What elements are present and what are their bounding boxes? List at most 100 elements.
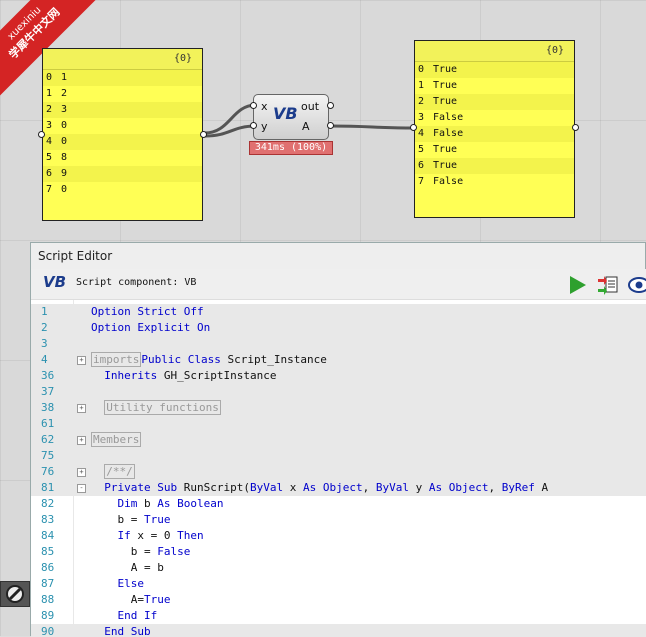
row-value: True <box>433 160 458 171</box>
panel-row: 69 <box>43 166 202 182</box>
line-number: 37 <box>41 385 55 398</box>
line-number: 83 <box>41 513 55 526</box>
line-number: 76 <box>41 465 55 478</box>
expand-icon[interactable]: + <box>77 436 86 445</box>
panel-row: 58 <box>43 150 202 166</box>
input-y-port[interactable] <box>250 122 257 129</box>
code-text: End Sub <box>104 625 151 637</box>
panel-row: 23 <box>43 102 202 118</box>
row-value: True <box>433 96 458 107</box>
component-label: Script component: VB <box>76 277 197 288</box>
row-index: 2 <box>418 96 425 107</box>
code-line[interactable]: 36 Inherits GH_ScriptInstance <box>31 368 646 384</box>
code-line[interactable]: 87 Else <box>31 576 646 592</box>
code-text: A=True <box>91 593 171 606</box>
code-line[interactable]: 37 <box>31 384 646 400</box>
row-index: 5 <box>46 152 53 163</box>
code-text: Utility functions <box>91 400 221 416</box>
code-line[interactable]: 89 End If <box>31 608 646 624</box>
input-panel-out-port[interactable] <box>200 131 207 138</box>
code-line[interactable]: 75 <box>31 448 646 464</box>
code-line[interactable]: 61 <box>31 416 646 432</box>
input-panel[interactable]: {0} 0112233040586970 <box>42 48 203 221</box>
panel-rows: 0 True 1 True 2 True 3 False 4 False 5 True 6 True 7 Fa… <box>415 62 574 190</box>
row-index: 1 <box>418 80 425 91</box>
code-line[interactable]: 2 Option Explicit On <box>31 320 646 336</box>
expand-icon[interactable]: + <box>77 356 86 365</box>
code-text: b = True <box>91 513 171 526</box>
output-panel-out-port[interactable] <box>572 124 579 131</box>
output-a-label: A <box>302 120 310 133</box>
line-number: 88 <box>41 593 55 606</box>
editor-title: Script Editor <box>31 243 645 270</box>
collapse-icon[interactable]: - <box>77 484 86 493</box>
code-line[interactable]: 88 A=True <box>31 592 646 608</box>
line-number: 61 <box>41 417 55 430</box>
row-value: 8 <box>61 152 68 163</box>
row-value: 1 <box>61 72 68 83</box>
panel-row: 0 True <box>415 62 574 78</box>
panel-row: 6 True <box>415 158 574 174</box>
panel-header: {0} <box>415 41 574 62</box>
line-number: 90 <box>41 625 55 637</box>
settings-icon[interactable] <box>0 581 30 607</box>
code-line[interactable]: 4 + imports Public Class Script_Instance <box>31 352 646 368</box>
row-index: 3 <box>418 112 425 123</box>
panel-row: 4 False <box>415 126 574 142</box>
code-line[interactable]: 81 - Private Sub RunScript(ByVal x As Obj… <box>31 480 646 496</box>
run-icon[interactable] <box>567 275 587 295</box>
code-text: A = b <box>91 561 164 574</box>
input-x-label: x <box>261 100 268 113</box>
panel-row: 01 <box>43 70 202 86</box>
code-line[interactable]: 84 If x = 0 Then <box>31 528 646 544</box>
code-line[interactable]: 62 + Members <box>31 432 646 448</box>
line-number: 86 <box>41 561 55 574</box>
panel-row: 3 False <box>415 110 574 126</box>
line-number: 82 <box>41 497 55 510</box>
expand-icon[interactable]: + <box>77 468 86 477</box>
output-panel[interactable]: {0} 0 True 1 True 2 True 3 False 4 False 5 True 6 Tru… <box>414 40 575 218</box>
row-value: 0 <box>61 120 68 131</box>
input-x-port[interactable] <box>250 102 257 109</box>
script-editor-window[interactable]: Script Editor VB Script component: VB 1 O… <box>30 242 646 637</box>
preview-icon[interactable] <box>628 275 646 295</box>
line-number: 87 <box>41 577 55 590</box>
code-text: Option Explicit On <box>91 321 211 334</box>
input-panel-in-port[interactable] <box>38 131 45 138</box>
vb-script-component[interactable]: x y VB out A <box>253 94 329 140</box>
row-value: True <box>433 80 458 91</box>
parameters-icon[interactable] <box>597 275 619 295</box>
code-line[interactable]: 82 Dim b As Boolean <box>31 496 646 512</box>
code-line[interactable]: 3 <box>31 336 646 352</box>
code-line[interactable]: 76 + /**/ <box>31 464 646 480</box>
row-index: 4 <box>46 136 53 147</box>
panel-row: 7 False <box>415 174 574 190</box>
output-panel-in-port[interactable] <box>410 124 417 131</box>
line-number: 2 <box>41 321 48 334</box>
collapsed-region[interactable]: Utility functions <box>104 400 221 415</box>
collapsed-region[interactable]: imports <box>91 352 142 367</box>
expand-icon[interactable]: + <box>77 404 86 413</box>
collapsed-region[interactable]: Members <box>91 432 142 447</box>
code-editor[interactable]: 1 Option Strict Off 2 Option Explicit On 3 4 +… <box>31 300 646 637</box>
line-number: 38 <box>41 401 55 414</box>
row-value: False <box>433 176 464 187</box>
output-out-port[interactable] <box>327 102 334 109</box>
row-index: 7 <box>46 184 53 195</box>
code-line[interactable]: 38 + Utility functions <box>31 400 646 416</box>
panel-row: 70 <box>43 182 202 198</box>
row-value: 9 <box>61 168 68 179</box>
editor-toolbar: VB Script component: VB <box>31 269 646 300</box>
code-line[interactable]: 90 End Sub <box>31 624 646 637</box>
row-value: 0 <box>61 184 68 195</box>
collapsed-region[interactable]: /**/ <box>104 464 135 479</box>
line-number: 36 <box>41 369 55 382</box>
code-line[interactable]: 85 b = False <box>31 544 646 560</box>
code-line[interactable]: 86 A = b <box>31 560 646 576</box>
code-line[interactable]: 83 b = True <box>31 512 646 528</box>
output-a-port[interactable] <box>327 122 334 129</box>
code-text: Inherits GH_ScriptInstance <box>104 369 277 382</box>
code-rest: Public Class Script_Instance <box>141 353 327 366</box>
panel-header: {0} <box>43 49 202 70</box>
code-line[interactable]: 1 Option Strict Off <box>31 304 646 320</box>
